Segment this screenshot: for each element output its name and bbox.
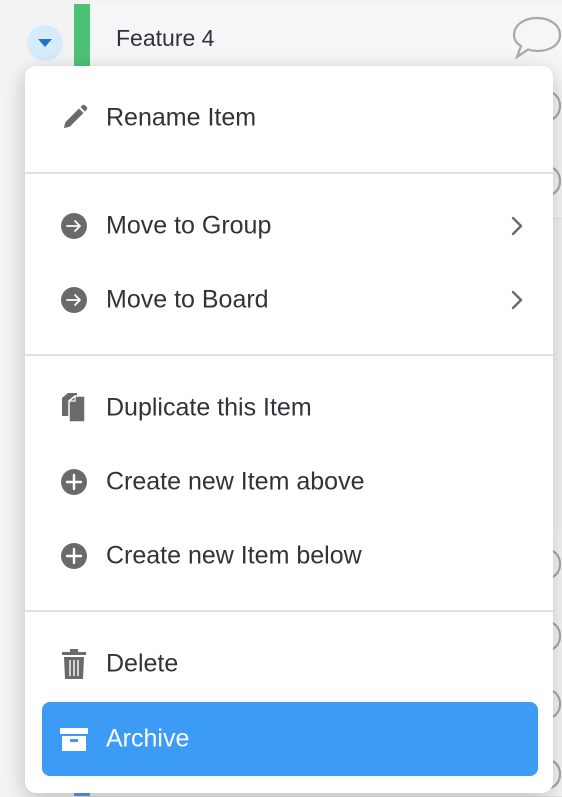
arrow-right-circle-icon [59, 285, 89, 315]
menu-item-label: Duplicate this Item [106, 393, 312, 422]
arrow-right-circle-icon [59, 211, 89, 241]
plus-circle-icon [59, 541, 89, 571]
menu-item-label: Create new Item below [106, 541, 362, 570]
menu-item-rename[interactable]: Rename Item [25, 88, 553, 148]
menu-item-label: Create new Item above [106, 467, 365, 496]
item-menu-toggle-button[interactable] [27, 25, 63, 61]
plus-circle-icon [59, 467, 89, 497]
pencil-icon [59, 103, 89, 133]
menu-divider [25, 610, 553, 612]
menu-item-create-below[interactable]: Create new Item below [25, 526, 553, 586]
menu-divider [25, 354, 553, 356]
menu-item-duplicate[interactable]: Duplicate this Item [25, 378, 553, 438]
menu-item-label: Move to Board [106, 285, 269, 314]
trash-icon [59, 649, 89, 679]
item-context-menu: Rename Item Move to Group Move to Board [25, 66, 553, 793]
menu-item-label: Archive [106, 724, 190, 753]
group-color-bar [74, 4, 90, 66]
archive-box-icon [59, 724, 89, 754]
chevron-right-icon [511, 216, 523, 236]
menu-divider [25, 172, 553, 174]
chevron-right-icon [511, 290, 523, 310]
menu-item-label: Move to Group [106, 211, 272, 240]
menu-item-label: Rename Item [106, 103, 257, 132]
caret-down-icon [38, 39, 52, 47]
item-name[interactable]: Feature 4 [116, 25, 214, 52]
menu-item-move-to-group[interactable]: Move to Group [25, 196, 553, 256]
menu-item-label: Delete [106, 649, 179, 678]
menu-item-delete[interactable]: Delete [25, 634, 553, 694]
speech-bubble-icon[interactable] [512, 15, 562, 61]
menu-item-move-to-board[interactable]: Move to Board [25, 270, 553, 330]
menu-item-archive[interactable]: Archive [42, 702, 538, 776]
menu-item-create-above[interactable]: Create new Item above [25, 452, 553, 512]
duplicate-icon [59, 393, 89, 423]
